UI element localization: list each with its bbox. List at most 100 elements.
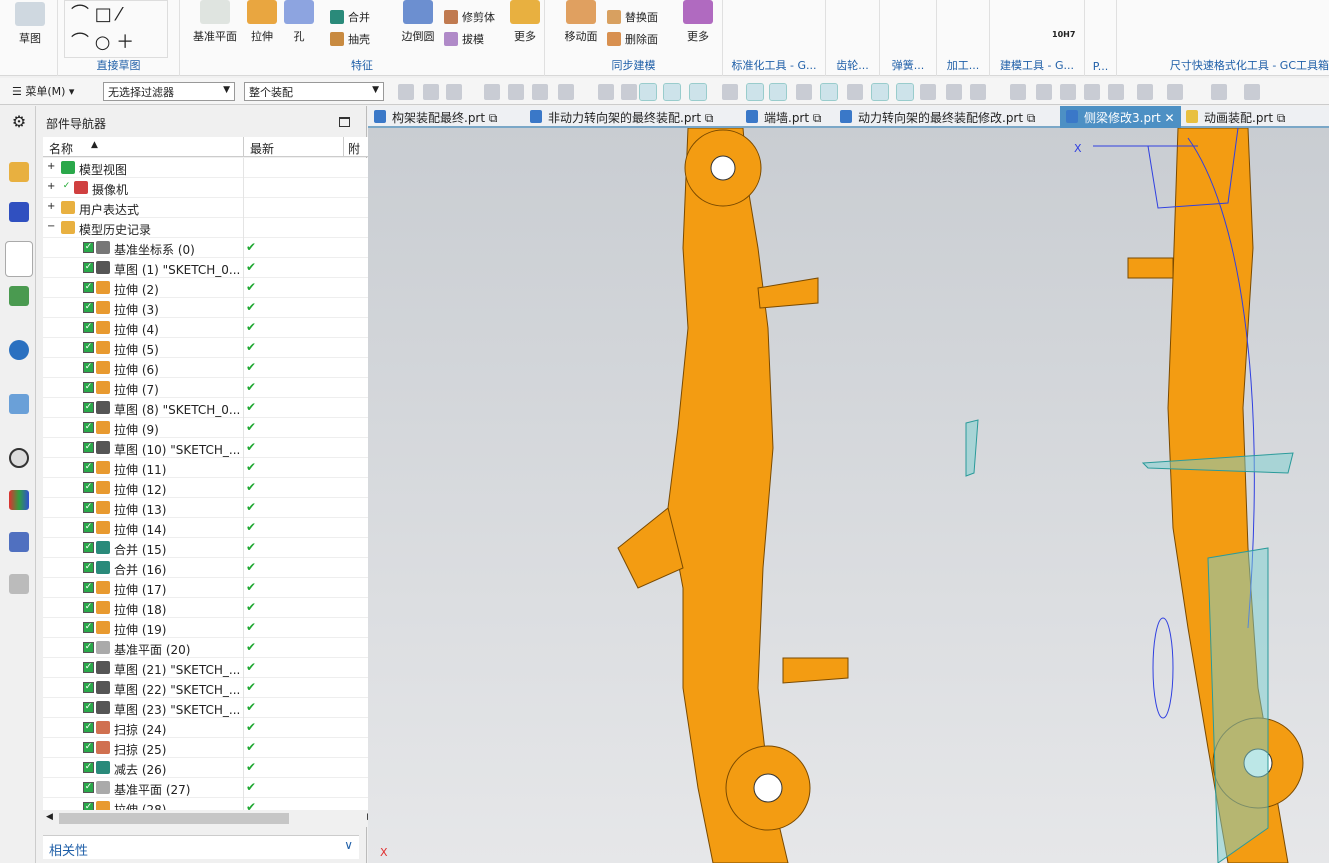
- tree-row[interactable]: ✓ 合并 (16) ✔: [43, 558, 377, 578]
- visibility-checkbox[interactable]: ✓: [83, 582, 94, 593]
- selection-scope-dropdown[interactable]: 整个装配 ▼: [244, 82, 384, 101]
- visibility-checkbox[interactable]: ✓: [83, 282, 94, 293]
- toolbar-tool-icon[interactable]: [871, 83, 889, 101]
- web-browser-icon[interactable]: [9, 394, 29, 414]
- tree-row[interactable]: ✓ 合并 (15) ✔: [43, 538, 377, 558]
- visibility-checkbox[interactable]: ✓: [83, 722, 94, 733]
- scrollbar-thumb[interactable]: [59, 813, 289, 824]
- toolbar-tool-icon[interactable]: [1244, 84, 1260, 100]
- reuse-library-icon[interactable]: [9, 286, 29, 306]
- tree-row[interactable]: + 用户表达式: [43, 198, 377, 218]
- visibility-checkbox[interactable]: ✓: [83, 482, 94, 493]
- modified-icon[interactable]: ⧉: [489, 111, 498, 125]
- visibility-checkbox[interactable]: ✓: [83, 462, 94, 473]
- visibility-checkbox[interactable]: ✓: [83, 622, 94, 633]
- visibility-checkbox[interactable]: ✓: [83, 802, 94, 810]
- replace-face-button[interactable]: 替换面: [607, 9, 658, 25]
- tree-row[interactable]: − 模型历史记录: [43, 218, 377, 238]
- visibility-checkbox[interactable]: ✓: [83, 362, 94, 373]
- move-face-button[interactable]: 移动面: [560, 0, 602, 44]
- maximize-icon[interactable]: [339, 117, 350, 127]
- visibility-checkbox[interactable]: ✓: [83, 642, 94, 653]
- tree-row[interactable]: ✓ 基准坐标系 (0) ✔: [43, 238, 377, 258]
- tree-row[interactable]: + ✓ 摄像机: [43, 178, 377, 198]
- visibility-checkbox[interactable]: ✓: [83, 762, 94, 773]
- toolbar-tool-icon[interactable]: [508, 84, 524, 100]
- tree-row[interactable]: ✓ 扫掠 (24) ✔: [43, 718, 377, 738]
- system-materials-icon[interactable]: [9, 490, 29, 510]
- assembly-navigator-icon[interactable]: [9, 162, 29, 182]
- toolbar-tool-icon[interactable]: [1010, 84, 1026, 100]
- tree-row[interactable]: ✓ 拉伸 (14) ✔: [43, 518, 377, 538]
- tree-row[interactable]: + 模型视图: [43, 158, 377, 178]
- toolbar-tool-icon[interactable]: [1084, 84, 1100, 100]
- tree-row[interactable]: ✓ 拉伸 (19) ✔: [43, 618, 377, 638]
- toolbar-tool-icon[interactable]: [1211, 84, 1227, 100]
- tree-row[interactable]: ✓ 草图 (22) "SKETCH_... ✔: [43, 678, 377, 698]
- sketch-button[interactable]: 草图: [8, 2, 52, 46]
- visibility-checkbox[interactable]: ✓: [83, 742, 94, 753]
- delete-face-button[interactable]: 删除面: [607, 31, 658, 47]
- constraint-navigator-icon[interactable]: [9, 202, 29, 222]
- tree-row[interactable]: ✓ 拉伸 (6) ✔: [43, 358, 377, 378]
- menu-button[interactable]: ☰ 菜单(M) ▾: [12, 83, 74, 99]
- modified-icon[interactable]: ⧉: [1027, 111, 1036, 125]
- visibility-checkbox[interactable]: ✓: [61, 182, 72, 193]
- visibility-checkbox[interactable]: ✓: [83, 662, 94, 673]
- tree-row[interactable]: ✓ 草图 (8) "SKETCH_0... ✔: [43, 398, 377, 418]
- shell-button[interactable]: 抽壳: [330, 31, 370, 47]
- toolbar-tool-icon[interactable]: [722, 84, 738, 100]
- tab-document[interactable]: 构架装配最终.prt ⧉: [368, 106, 503, 128]
- tab-document[interactable]: 非动力转向架的最终装配.prt ⧉: [524, 106, 719, 128]
- tree-row[interactable]: ✓ 拉伸 (17) ✔: [43, 578, 377, 598]
- tab-document[interactable]: 侧梁修改3.prt ✕: [1060, 106, 1181, 128]
- toolbar-tool-icon[interactable]: [970, 84, 986, 100]
- tolerance-label[interactable]: 10H7: [1052, 30, 1075, 39]
- column-name[interactable]: 名称: [49, 140, 73, 157]
- tree-row[interactable]: ✓ 草图 (10) "SKETCH_... ✔: [43, 438, 377, 458]
- visibility-checkbox[interactable]: ✓: [83, 262, 94, 273]
- toolbar-tool-icon[interactable]: [796, 84, 812, 100]
- toolbar-tool-icon[interactable]: [1060, 84, 1076, 100]
- roles-icon[interactable]: [9, 574, 29, 594]
- visibility-checkbox[interactable]: ✓: [83, 702, 94, 713]
- toolbar-tool-icon[interactable]: [920, 84, 936, 100]
- toolbar-tool-icon[interactable]: [423, 84, 439, 100]
- tree-row[interactable]: ✓ 拉伸 (12) ✔: [43, 478, 377, 498]
- toolbar-tool-icon[interactable]: [689, 83, 707, 101]
- modified-icon[interactable]: ⧉: [705, 111, 714, 125]
- more-feature-button[interactable]: 更多: [510, 0, 540, 44]
- tree-row[interactable]: ✓ 拉伸 (18) ✔: [43, 598, 377, 618]
- toolbar-tool-icon[interactable]: [663, 83, 681, 101]
- tree-row[interactable]: ✓ 拉伸 (11) ✔: [43, 458, 377, 478]
- expand-toggle[interactable]: +: [47, 181, 55, 192]
- tab-document[interactable]: 动画装配.prt ⧉: [1180, 106, 1291, 128]
- visibility-checkbox[interactable]: ✓: [83, 382, 94, 393]
- expand-toggle[interactable]: −: [47, 221, 55, 232]
- trim-body-button[interactable]: 修剪体: [444, 9, 495, 25]
- tree-row[interactable]: ✓ 草图 (1) "SKETCH_0... ✔: [43, 258, 377, 278]
- visibility-checkbox[interactable]: ✓: [83, 502, 94, 513]
- toolbar-tool-icon[interactable]: [746, 83, 764, 101]
- close-icon[interactable]: ✕: [1165, 111, 1175, 125]
- edge-blend-button[interactable]: 边倒圆: [398, 0, 438, 44]
- toolbar-tool-icon[interactable]: [446, 84, 462, 100]
- tree-row[interactable]: ✓ 基准平面 (27) ✔: [43, 778, 377, 798]
- dependencies-panel[interactable]: 相关性 ∨: [43, 835, 359, 859]
- toolbar-tool-icon[interactable]: [1036, 84, 1052, 100]
- tree-row[interactable]: ✓ 基准平面 (20) ✔: [43, 638, 377, 658]
- draft-button[interactable]: 拔模: [444, 31, 484, 47]
- tree-row[interactable]: ✓ 减去 (26) ✔: [43, 758, 377, 778]
- unite-button[interactable]: 合并: [330, 9, 370, 25]
- visibility-checkbox[interactable]: ✓: [83, 442, 94, 453]
- tab-document[interactable]: 端墙.prt ⧉: [740, 106, 827, 128]
- toolbar-tool-icon[interactable]: [1137, 84, 1153, 100]
- chevron-down-icon[interactable]: ∨: [344, 838, 353, 852]
- visibility-checkbox[interactable]: ✓: [83, 302, 94, 313]
- extrude-button[interactable]: 拉伸: [244, 0, 280, 44]
- visibility-checkbox[interactable]: ✓: [83, 422, 94, 433]
- visibility-checkbox[interactable]: ✓: [83, 682, 94, 693]
- info-icon[interactable]: [9, 340, 29, 360]
- toolbar-tool-icon[interactable]: [532, 84, 548, 100]
- toolbar-tool-icon[interactable]: [769, 83, 787, 101]
